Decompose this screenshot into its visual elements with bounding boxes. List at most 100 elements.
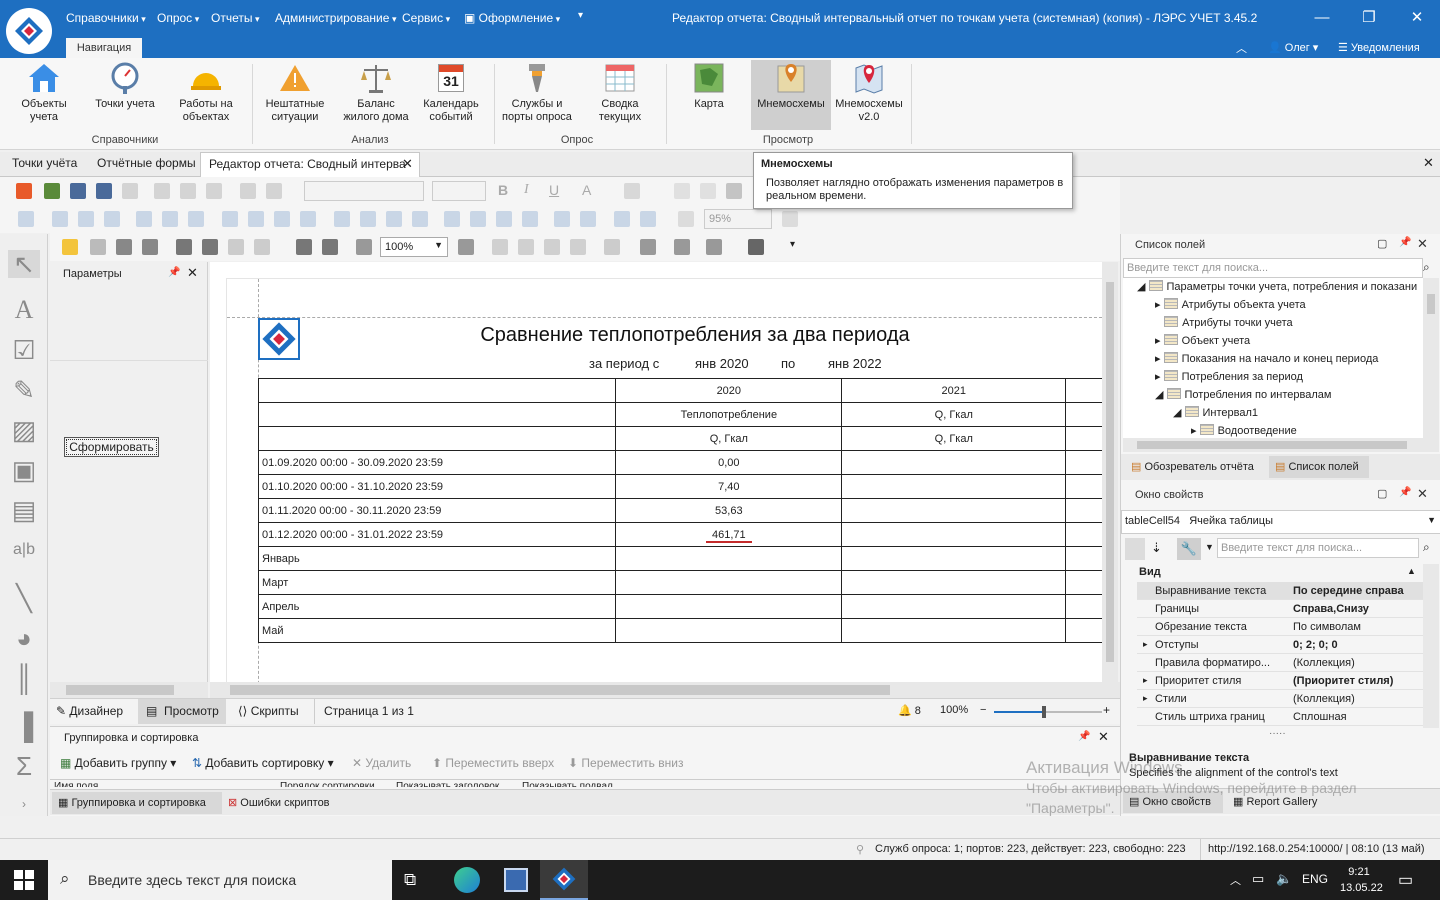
make-same-size-icon[interactable] [300, 211, 316, 227]
tray-chevron-icon[interactable]: ︿ [1230, 872, 1241, 888]
table-cell[interactable] [841, 594, 1067, 619]
close-window-button[interactable]: ✕ [1405, 8, 1429, 28]
taskbar-search-input[interactable]: ⌕ Введите здесь текст для поиска [48, 860, 392, 900]
lers-app-icon[interactable] [540, 860, 588, 900]
tab-preview[interactable]: ▤ Просмотр [138, 699, 226, 724]
app-logo[interactable] [6, 8, 52, 54]
zoom-slider[interactable] [994, 706, 1102, 718]
back-color-icon[interactable] [624, 183, 640, 199]
table-cell[interactable]: 01.09.2020 00:00 - 30.09.2020 23:59 [257, 450, 617, 475]
rich-text-icon[interactable]: ✎ [10, 376, 38, 404]
table-cell[interactable]: Q, Гкал [841, 402, 1067, 427]
first-page-icon[interactable] [492, 239, 508, 255]
bring-to-front-icon[interactable] [614, 211, 630, 227]
property-row[interactable]: Правила форматиро... (Коллекция) [1137, 654, 1423, 672]
close-report-icon[interactable] [122, 183, 138, 199]
maximize-button[interactable]: ❐ [1357, 8, 1381, 28]
zoom-in-design-icon[interactable] [782, 211, 798, 227]
table-cell[interactable]: Апрель [257, 594, 617, 619]
table-cell[interactable] [1065, 546, 1105, 571]
ribbon-points-button[interactable]: Точки учета [88, 62, 162, 128]
table-cell[interactable]: 2021 [841, 378, 1067, 403]
maximize-icon[interactable]: ▢ [1377, 487, 1387, 500]
horiz-spacing-icon[interactable] [334, 211, 350, 227]
table-cell[interactable]: 7,40 [615, 474, 843, 499]
add-group-button[interactable]: ▦ Добавить группу ▾ [60, 756, 176, 770]
quick-print-icon[interactable] [202, 239, 218, 255]
tab-report-editor[interactable]: Редактор отчета: Сводный интерва ✕ [200, 152, 420, 177]
align-rights-icon[interactable] [104, 211, 120, 227]
ribbon-objects-button[interactable]: Объекты учета [12, 62, 76, 128]
table-cell[interactable]: Март [257, 570, 617, 595]
close-properties-icon[interactable]: ✕ [1417, 486, 1428, 502]
pin-icon[interactable]: 📌 [1078, 731, 1090, 742]
property-value[interactable]: 0; 2; 0; 0 [1293, 639, 1338, 651]
fields-hscrollbar[interactable] [1123, 438, 1439, 452]
send-to-back-icon[interactable] [640, 211, 656, 227]
fields-search-input[interactable]: Введите текст для поиска... [1123, 258, 1423, 278]
table-cell[interactable] [1065, 426, 1105, 451]
toolbar-more-icon[interactable]: ▾ [790, 239, 795, 250]
export-icon[interactable] [706, 239, 722, 255]
table-cell[interactable] [1065, 378, 1105, 403]
copy-icon[interactable] [180, 183, 196, 199]
property-row[interactable]: ▸ Стили (Коллекция) [1137, 690, 1423, 708]
bold-icon[interactable]: B [498, 182, 508, 198]
collapse-category-icon[interactable]: ▲ [1407, 566, 1416, 576]
align-left-icon[interactable] [674, 183, 690, 199]
shape-icon[interactable]: ◕ [10, 624, 38, 652]
table-cell[interactable] [841, 498, 1067, 523]
ribbon-works-button[interactable]: Работы на объектах [172, 62, 240, 128]
line-icon[interactable]: ╲ [10, 584, 38, 612]
vert-spacing-remove-icon[interactable] [522, 211, 538, 227]
properties-vscrollbar[interactable] [1423, 564, 1439, 728]
table-cell[interactable] [1065, 498, 1105, 523]
table-icon[interactable]: ▤ [10, 496, 38, 524]
sort-alpha-icon[interactable]: ⇣ [1151, 540, 1162, 556]
save-icon[interactable] [70, 183, 86, 199]
font-size-select[interactable] [432, 181, 486, 201]
table-cell[interactable]: 53,63 [615, 498, 843, 523]
table-cell[interactable] [841, 618, 1067, 643]
print-icon[interactable] [176, 239, 192, 255]
quick-access-dropdown-icon[interactable]: ▾ [578, 10, 583, 21]
table-cell[interactable] [257, 402, 617, 427]
next-page-icon[interactable] [544, 239, 560, 255]
zoom-out-icon[interactable] [356, 239, 372, 255]
property-row[interactable]: Стиль штриха границ Сплошная [1137, 708, 1423, 726]
table-cell[interactable] [615, 546, 843, 571]
ribbon-services-button[interactable]: Службы и порты опроса [500, 62, 574, 128]
expand-icon[interactable]: ▸ [1143, 675, 1148, 686]
user-menu[interactable]: 👤 Олег ▾ [1268, 41, 1318, 54]
align-tops-icon[interactable] [136, 211, 152, 227]
table-cell[interactable]: 01.10.2020 00:00 - 31.10.2020 23:59 [257, 474, 617, 499]
ribbon-summary-button[interactable]: Сводка текущих [588, 62, 652, 128]
property-value[interactable]: (Приоритет стиля) [1293, 675, 1393, 687]
move-down-button[interactable]: ⬇ Переместить вниз [568, 756, 683, 770]
parameters-toggle-icon[interactable] [62, 239, 78, 255]
horiz-spacing-inc-icon[interactable] [360, 211, 376, 227]
scale-icon[interactable] [254, 239, 270, 255]
background-color-icon[interactable] [640, 239, 656, 255]
tree-node[interactable]: ▸ Показания на начало и конец периода [1155, 352, 1378, 365]
tab-report-explorer[interactable]: ▤ Обозреватель отчёта [1131, 460, 1254, 473]
property-row[interactable]: Границы Справа,Снизу [1137, 600, 1423, 618]
page-setup-icon[interactable] [228, 239, 244, 255]
table-cell[interactable]: 2020 [615, 378, 843, 403]
center-horiz-icon[interactable] [554, 211, 570, 227]
search-icon[interactable]: ⌕ [1423, 260, 1430, 275]
tab-points[interactable]: Точки учёта [12, 156, 77, 170]
undo-icon[interactable] [240, 183, 256, 199]
table-cell[interactable] [841, 474, 1067, 499]
menu-polling[interactable]: Опрос [157, 11, 199, 25]
make-same-width-icon[interactable] [222, 211, 238, 227]
table-cell[interactable] [841, 450, 1067, 475]
horiz-spacing-dec-icon[interactable] [386, 211, 402, 227]
prev-page-icon[interactable] [518, 239, 534, 255]
hand-tool-icon[interactable] [296, 239, 312, 255]
table-cell[interactable] [615, 594, 843, 619]
move-up-button[interactable]: ⬆ Переместить вверх [432, 756, 554, 770]
make-same-height-icon[interactable] [274, 211, 290, 227]
parameters-hscrollbar[interactable] [50, 682, 208, 698]
edge-icon[interactable] [454, 867, 480, 893]
